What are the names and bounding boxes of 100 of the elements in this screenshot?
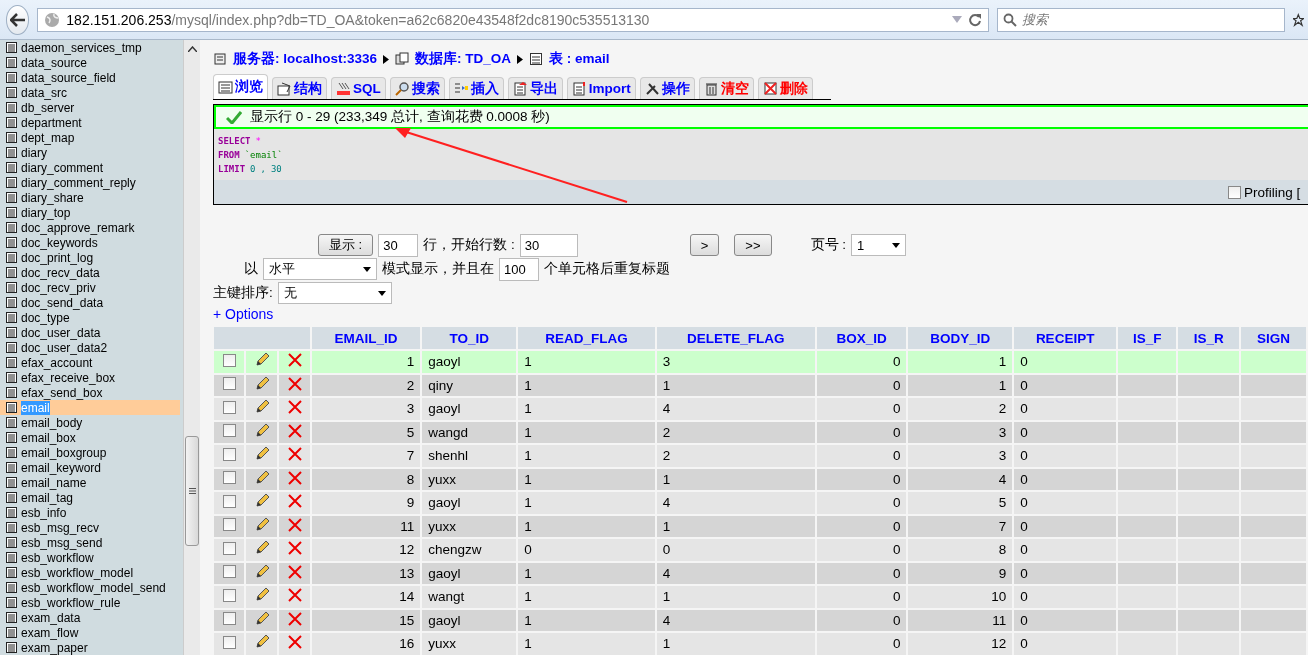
sidebar-item[interactable]: email_keyword [0,460,180,475]
sidebar-item[interactable]: diary_comment_reply [0,175,180,190]
sidebar-item[interactable]: exam_paper [0,640,180,655]
sidebar-item[interactable]: efax_account [0,355,180,370]
breadcrumb-link[interactable]: 数据库: TD_OA [415,50,512,68]
delete-icon[interactable] [287,423,302,438]
pencil-icon[interactable] [253,446,270,463]
back-button[interactable] [6,4,30,35]
sidebar-item[interactable]: doc_keywords [0,235,180,250]
scroll-thumb[interactable] [185,436,199,546]
search-field[interactable]: 搜索 [997,7,1286,32]
sidebar-item[interactable]: diary_share [0,190,180,205]
pencil-icon[interactable] [253,540,270,557]
tab[interactable]: 导出 [507,77,563,99]
sidebar-item[interactable]: efax_receive_box [0,370,180,385]
address-field[interactable]: 182.151.206.253/mysql/index.php?db=TD_OA&token=a62c6820e43548f2dc8190c535513130 [37,7,990,32]
sidebar-item[interactable]: exam_data [0,610,180,625]
pencil-icon[interactable] [253,399,270,416]
start-row-field[interactable]: 30 [519,233,578,257]
sidebar-item[interactable]: doc_approve_remark [0,220,180,235]
delete-icon[interactable] [287,400,302,415]
sidebar-item[interactable]: doc_print_log [0,250,180,265]
delete-icon[interactable] [287,470,302,485]
sidebar-item[interactable]: esb_workflow [0,550,180,565]
delete-icon[interactable] [287,611,302,626]
delete-icon[interactable] [287,447,302,462]
sidebar-item[interactable]: doc_recv_priv [0,280,180,295]
delete-icon[interactable] [287,541,302,556]
sidebar-item[interactable]: esb_msg_send [0,535,180,550]
options-link[interactable]: + Options [213,306,274,322]
row-checkbox[interactable] [222,612,236,626]
scroll-up-icon[interactable] [187,46,197,52]
column-header[interactable]: RECEIPT [1014,327,1116,349]
tab[interactable]: SQL [331,77,386,99]
sidebar-item[interactable]: doc_user_data2 [0,340,180,355]
sidebar-item[interactable]: email_tag [0,490,180,505]
sidebar-item[interactable]: efax_send_box [0,385,180,400]
last-page-button[interactable]: >> [734,234,772,256]
sidebar-item[interactable]: email_boxgroup [0,445,180,460]
star-icon[interactable] [1293,11,1304,28]
sidebar-item[interactable]: dept_map [0,130,180,145]
sidebar-item[interactable]: exam_flow [0,625,180,640]
pencil-icon[interactable] [253,493,270,510]
column-header[interactable]: DELETE_FLAG [656,327,815,349]
tab[interactable]: 搜索 [389,77,445,99]
row-checkbox[interactable] [222,400,236,414]
pencil-icon[interactable] [253,634,270,651]
pencil-icon[interactable] [253,610,270,627]
sidebar-item[interactable]: doc_user_data [0,325,180,340]
delete-icon[interactable] [287,588,302,603]
row-checkbox[interactable] [222,447,236,461]
column-header[interactable]: TO_ID [422,327,517,349]
rows-field[interactable]: 30 [378,233,419,257]
delete-icon[interactable] [287,376,302,391]
column-header[interactable]: IS_R [1178,327,1239,349]
row-checkbox[interactable] [222,424,236,438]
tab[interactable]: 插入 [448,77,504,99]
row-checkbox[interactable] [222,377,236,391]
row-checkbox[interactable] [222,471,236,485]
row-checkbox[interactable] [222,541,236,555]
dropdown-caret-icon[interactable] [952,16,963,23]
pencil-icon[interactable] [253,563,270,580]
sidebar-item[interactable]: data_source [0,55,180,70]
next-page-button[interactable]: > [689,234,720,256]
row-checkbox[interactable] [222,353,236,367]
tab[interactable]: 浏览 [213,74,268,99]
row-checkbox[interactable] [222,565,236,579]
row-checkbox[interactable] [222,588,236,602]
row-checkbox[interactable] [222,635,236,649]
tab[interactable]: 操作 [639,77,695,99]
pencil-icon[interactable] [253,469,270,486]
delete-icon[interactable] [287,494,302,509]
sidebar-item[interactable]: data_src [0,85,180,100]
breadcrumb-link[interactable]: 表 : email [549,50,610,68]
sidebar-item[interactable]: doc_recv_data [0,265,180,280]
sidebar-item[interactable]: diary_top [0,205,180,220]
pencil-icon[interactable] [253,352,270,369]
sidebar-item[interactable]: esb_workflow_model_send [0,580,180,595]
sidebar-item[interactable]: email_box [0,430,180,445]
delete-icon[interactable] [287,517,302,532]
breadcrumb-link[interactable]: 服务器: localhost:3336 [233,50,378,68]
tab[interactable]: 结构 [272,77,327,99]
column-header[interactable]: BODY_ID [908,327,1013,349]
sidebar-item[interactable]: diary_comment [0,160,180,175]
profiling-checkbox[interactable] [1228,185,1241,199]
column-header[interactable]: SIGN [1241,327,1306,349]
sidebar-item[interactable]: esb_msg_recv [0,520,180,535]
column-header[interactable]: EMAIL_ID [312,327,421,349]
sidebar-item[interactable]: esb_info [0,505,180,520]
sidebar-item[interactable]: doc_send_data [0,295,180,310]
sort-select[interactable]: 无 [277,282,392,304]
pencil-icon[interactable] [253,422,270,439]
delete-icon[interactable] [287,635,302,650]
sidebar-item[interactable]: email_name [0,475,180,490]
reload-icon[interactable] [968,12,983,27]
tab[interactable]: Import [566,77,636,99]
delete-icon[interactable] [287,564,302,579]
sidebar-item[interactable]: email_body [0,415,180,430]
column-header[interactable]: BOX_ID [816,327,907,349]
repeat-field[interactable]: 100 [499,257,539,281]
